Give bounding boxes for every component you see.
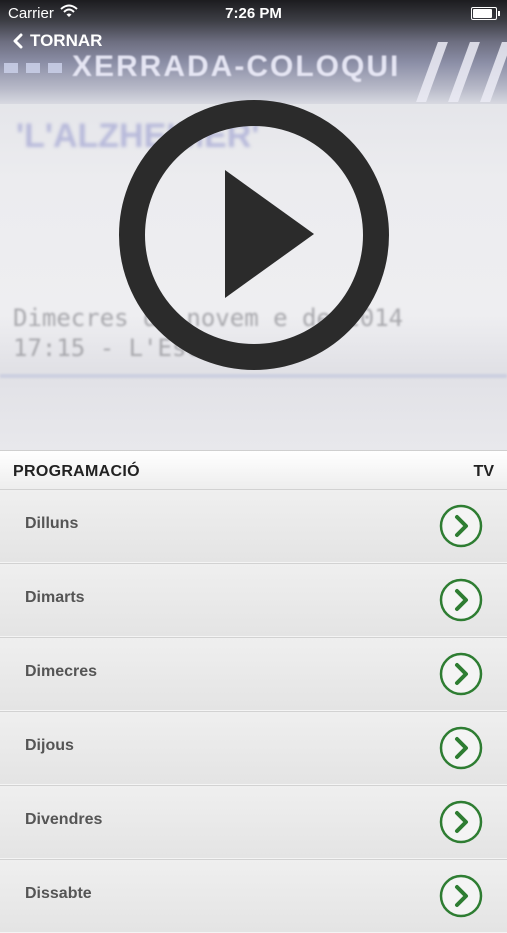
list-item[interactable]: Dissabte	[0, 859, 507, 933]
chevron-right-circle-icon[interactable]	[439, 578, 483, 622]
chevron-left-icon	[12, 33, 24, 49]
play-button[interactable]	[119, 100, 389, 370]
day-label: Dimarts	[25, 589, 85, 606]
day-label: Dilluns	[25, 515, 79, 532]
battery-fill	[473, 9, 492, 18]
video-decor-dash	[26, 63, 40, 73]
list-item[interactable]: Dilluns	[0, 489, 507, 563]
chevron-right-circle-icon[interactable]	[439, 726, 483, 770]
day-list: Dilluns Dimarts Dimecres Dijous Divendres Dis…	[0, 489, 507, 933]
day-label: Dissabte	[25, 885, 92, 902]
video-decor-dash	[48, 63, 62, 73]
chevron-right-circle-icon[interactable]	[439, 652, 483, 696]
day-label: Dimecres	[25, 663, 98, 680]
chevron-right-circle-icon[interactable]	[439, 800, 483, 844]
chevron-right-circle-icon[interactable]	[439, 504, 483, 548]
play-icon	[119, 100, 389, 370]
clock: 7:26 PM	[225, 5, 282, 22]
video-heading: XERRADA-COLOQUI	[72, 50, 401, 83]
battery-icon	[471, 7, 500, 20]
video-decor-dash	[4, 63, 18, 73]
back-button[interactable]: TORNAR	[12, 30, 102, 52]
video-underline	[0, 374, 507, 378]
section-title: PROGRAMACIÓ	[13, 463, 140, 480]
channel-label: TV	[473, 463, 494, 480]
chevron-right-circle-icon[interactable]	[439, 874, 483, 918]
day-label: Divendres	[25, 811, 103, 828]
list-item[interactable]: Dimarts	[0, 563, 507, 637]
list-item[interactable]: Dijous	[0, 711, 507, 785]
list-item[interactable]: Divendres	[0, 785, 507, 859]
status-bar: Carrier 7:26 PM	[0, 0, 507, 28]
list-item[interactable]: Dimecres	[0, 637, 507, 711]
day-label: Dijous	[25, 737, 74, 754]
back-button-label: TORNAR	[30, 31, 103, 50]
video-decor-stripes	[397, 42, 507, 102]
